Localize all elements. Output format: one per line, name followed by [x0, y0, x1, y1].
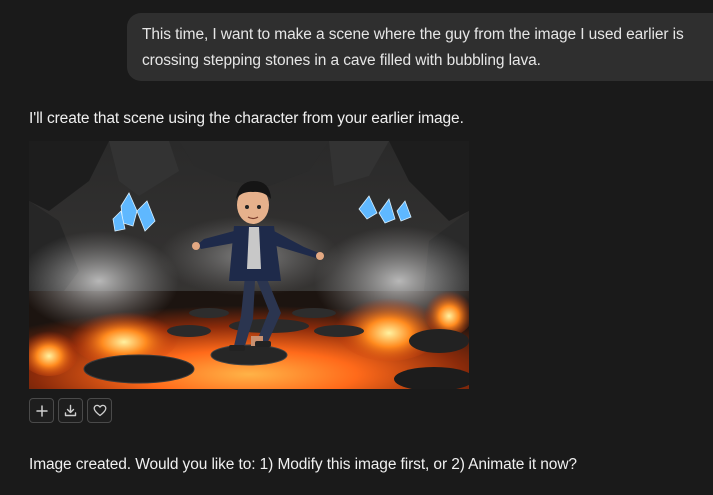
user-message-text: This time, I want to make a scene where …: [142, 26, 684, 69]
assistant-message-intro: I'll create that scene using the charact…: [29, 110, 464, 127]
like-button[interactable]: [87, 398, 112, 423]
download-icon: [64, 404, 77, 417]
user-message-bubble: This time, I want to make a scene where …: [127, 13, 713, 81]
heart-icon: [93, 404, 106, 417]
assistant-message-followup: Image created. Would you like to: 1) Mod…: [29, 456, 577, 473]
image-actions-toolbar: [29, 398, 112, 423]
plus-icon: [35, 404, 48, 417]
add-button[interactable]: [29, 398, 54, 423]
generated-image-scene: [29, 141, 469, 389]
chat-page: This time, I want to make a scene where …: [0, 0, 713, 495]
generated-image[interactable]: [29, 141, 469, 389]
download-button[interactable]: [58, 398, 83, 423]
